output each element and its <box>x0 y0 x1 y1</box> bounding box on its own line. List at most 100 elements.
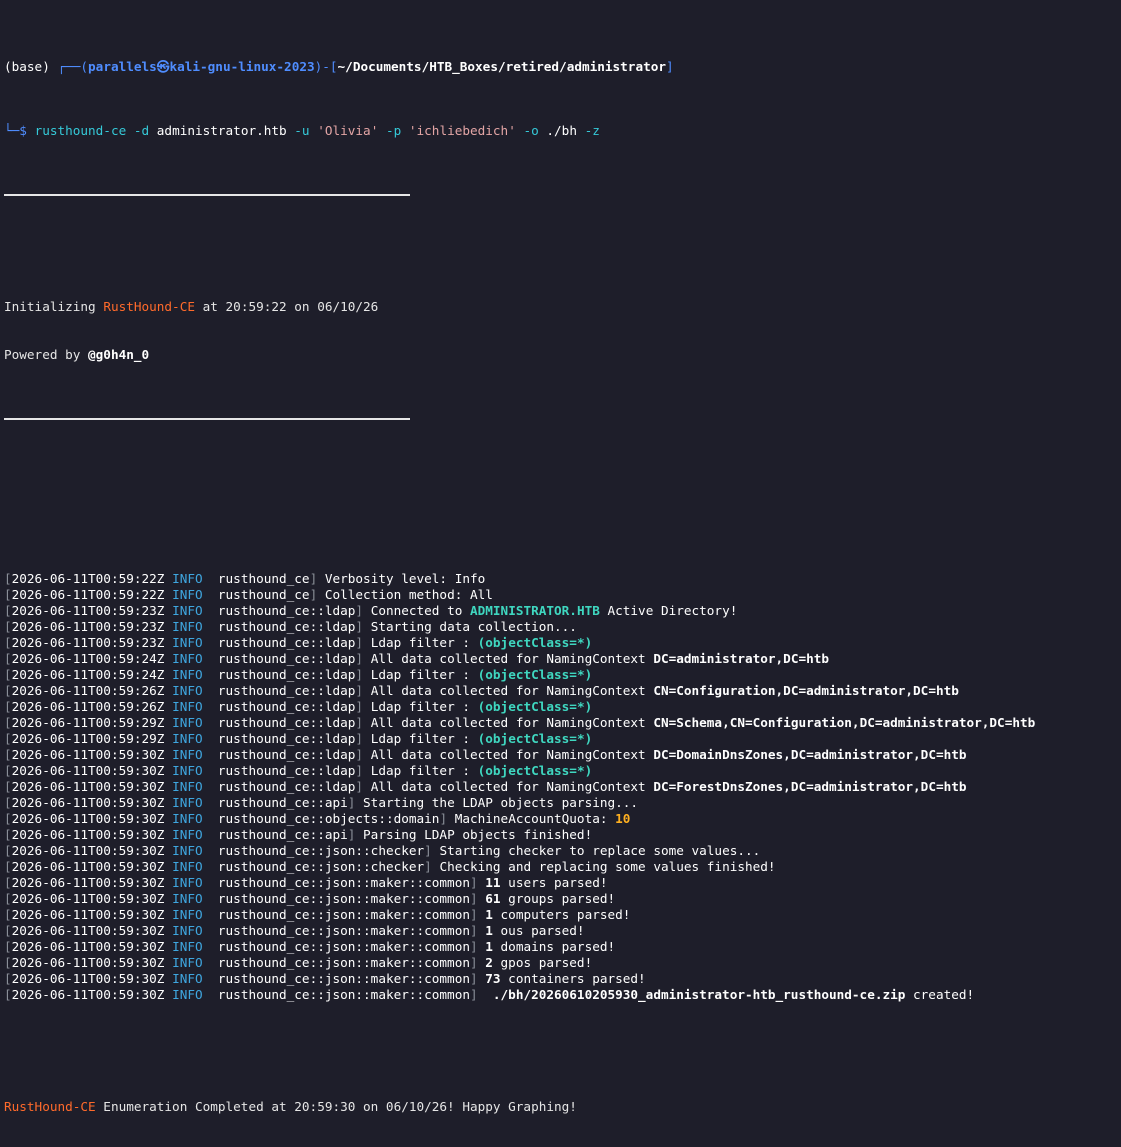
log-highlight: 1 <box>485 923 493 938</box>
log-message-tail: users parsed! <box>500 875 608 890</box>
log-module: rusthound_ce <box>217 571 310 586</box>
log-level: INFO <box>172 779 203 794</box>
log-line: [2026-06-11T00:59:30Z INFO rusthound_ce:… <box>4 763 593 778</box>
log-message: Connected to <box>370 603 470 618</box>
log-level: INFO <box>172 827 203 842</box>
log-timestamp: 2026-06-11T00:59:30Z <box>11 859 165 874</box>
log-timestamp: 2026-06-11T00:59:29Z <box>11 731 165 746</box>
log-level: INFO <box>172 795 203 810</box>
log-timestamp: 2026-06-11T00:59:29Z <box>11 715 165 730</box>
terminal-window[interactable]: (base) ┌──(parallels㉿kali-gnu-linux-2023… <box>0 0 1121 1114</box>
log-line: [2026-06-11T00:59:30Z INFO rusthound_ce:… <box>4 971 646 986</box>
log-line: [2026-06-11T00:59:30Z INFO rusthound_ce:… <box>4 747 967 762</box>
log-message: Ldap filter : <box>370 667 478 682</box>
log-line: [2026-06-11T00:59:24Z INFO rusthound_ce:… <box>4 651 830 666</box>
log-module: rusthound_ce::json::checker <box>217 859 425 874</box>
footer-tool-name: RustHound-CE <box>4 1099 96 1114</box>
log-message: All data collected for NamingContext <box>370 779 654 794</box>
banner-init-line: Initializing RustHound-CE at 20:59:22 on… <box>4 299 379 314</box>
log-line: [2026-06-11T00:59:29Z INFO rusthound_ce:… <box>4 731 593 746</box>
log-level: INFO <box>172 603 203 618</box>
log-line: [2026-06-11T00:59:30Z INFO rusthound_ce:… <box>4 843 761 858</box>
log-timestamp: 2026-06-11T00:59:30Z <box>11 939 165 954</box>
log-level: INFO <box>172 859 203 874</box>
log-highlight: 10 <box>615 811 631 826</box>
log-module: rusthound_ce::ldap <box>217 715 356 730</box>
log-module: rusthound_ce::json::maker::common <box>217 907 470 922</box>
command-password: 'ichliebedich' <box>408 123 516 138</box>
log-line: [2026-06-11T00:59:30Z INFO rusthound_ce:… <box>4 907 631 922</box>
log-line: [2026-06-11T00:59:23Z INFO rusthound_ce:… <box>4 619 577 634</box>
log-message: Starting data collection... <box>370 619 577 634</box>
log-module: rusthound_ce::json::maker::common <box>217 987 470 1002</box>
command-flag-d: -d <box>126 123 157 138</box>
log-highlight: DC=DomainDnsZones,DC=administrator,DC=ht… <box>653 747 967 762</box>
conda-env: (base) <box>4 59 50 74</box>
command-domain: administrator.htb <box>156 123 287 138</box>
log-timestamp: 2026-06-11T00:59:30Z <box>11 811 165 826</box>
log-module: rusthound_ce::json::checker <box>217 843 425 858</box>
log-message-tail: containers parsed! <box>500 971 646 986</box>
log-module: rusthound_ce::api <box>217 827 348 842</box>
prompt-user-host: parallels㉿kali-gnu-linux-2023 <box>88 59 315 74</box>
log-message: Starting checker to replace some values.… <box>439 843 761 858</box>
log-message: Ldap filter : <box>370 731 478 746</box>
log-timestamp: 2026-06-11T00:59:30Z <box>11 747 165 762</box>
log-module: rusthound_ce::ldap <box>217 747 356 762</box>
log-timestamp: 2026-06-11T00:59:22Z <box>11 571 165 586</box>
log-level: INFO <box>172 571 203 586</box>
log-module: rusthound_ce::ldap <box>217 619 356 634</box>
prompt-end: ] <box>666 59 674 74</box>
log-message: Starting the LDAP objects parsing... <box>363 795 639 810</box>
log-message-tail: groups parsed! <box>500 891 616 906</box>
command-flag-u: -u <box>286 123 318 138</box>
log-level: INFO <box>172 715 203 730</box>
log-line: [2026-06-11T00:59:30Z INFO rusthound_ce:… <box>4 939 616 954</box>
log-module: rusthound_ce::ldap <box>217 763 356 778</box>
log-timestamp: 2026-06-11T00:59:26Z <box>11 699 165 714</box>
log-timestamp: 2026-06-11T00:59:24Z <box>11 651 165 666</box>
log-line: [2026-06-11T00:59:24Z INFO rusthound_ce:… <box>4 667 593 682</box>
log-line: [2026-06-11T00:59:30Z INFO rusthound_ce:… <box>4 923 585 938</box>
log-line: [2026-06-11T00:59:26Z INFO rusthound_ce:… <box>4 699 593 714</box>
log-line: [2026-06-11T00:59:30Z INFO rusthound_ce:… <box>4 875 608 890</box>
log-message-tail: gpos parsed! <box>492 955 593 970</box>
log-timestamp: 2026-06-11T00:59:23Z <box>11 635 165 650</box>
command-user: 'Olivia' <box>317 123 379 138</box>
log-level: INFO <box>172 843 203 858</box>
log-line: [2026-06-11T00:59:23Z INFO rusthound_ce:… <box>4 635 593 650</box>
log-message: Verbosity level: Info <box>324 571 486 586</box>
log-highlight: (objectClass=*) <box>477 667 593 682</box>
log-timestamp: 2026-06-11T00:59:30Z <box>11 763 165 778</box>
log-highlight: DC=ForestDnsZones,DC=administrator,DC=ht… <box>653 779 967 794</box>
log-timestamp: 2026-06-11T00:59:30Z <box>11 987 165 1002</box>
log-level: INFO <box>172 667 203 682</box>
banner-powered-line: Powered by @g0h4n_0 <box>4 347 150 362</box>
log-message: Ldap filter : <box>370 699 478 714</box>
banner-author: @g0h4n_0 <box>88 347 150 362</box>
prompt-line-2[interactable]: └─$ rusthound-ce -d administrator.htb -u… <box>4 123 1117 139</box>
log-line: [2026-06-11T00:59:22Z INFO rusthound_ce]… <box>4 587 493 602</box>
log-line: [2026-06-11T00:59:26Z INFO rusthound_ce:… <box>4 683 959 698</box>
log-level: INFO <box>172 763 203 778</box>
log-highlight: 1 <box>485 907 493 922</box>
log-level: INFO <box>172 875 203 890</box>
log-module: rusthound_ce::json::maker::common <box>217 939 470 954</box>
log-timestamp: 2026-06-11T00:59:23Z <box>11 603 165 618</box>
log-message: All data collected for NamingContext <box>370 651 654 666</box>
log-message: All data collected for NamingContext <box>370 715 654 730</box>
log-timestamp: 2026-06-11T00:59:30Z <box>11 955 165 970</box>
log-message-tail: ous parsed! <box>492 923 585 938</box>
log-module: rusthound_ce::json::maker::common <box>217 891 470 906</box>
log-highlight: 2 <box>485 955 493 970</box>
log-message-tail: created! <box>905 987 975 1002</box>
log-level: INFO <box>172 955 203 970</box>
footer-line: RustHound-CE Enumeration Completed at 20… <box>4 1099 577 1114</box>
log-level: INFO <box>172 683 203 698</box>
log-timestamp: 2026-06-11T00:59:30Z <box>11 875 165 890</box>
prompt-line-1: (base) ┌──(parallels㉿kali-gnu-linux-2023… <box>4 59 1117 75</box>
log-level: INFO <box>172 587 203 602</box>
prompt-mid: )-[ <box>314 59 338 74</box>
log-highlight: 11 <box>485 875 501 890</box>
log-message-tail: domains parsed! <box>492 939 616 954</box>
